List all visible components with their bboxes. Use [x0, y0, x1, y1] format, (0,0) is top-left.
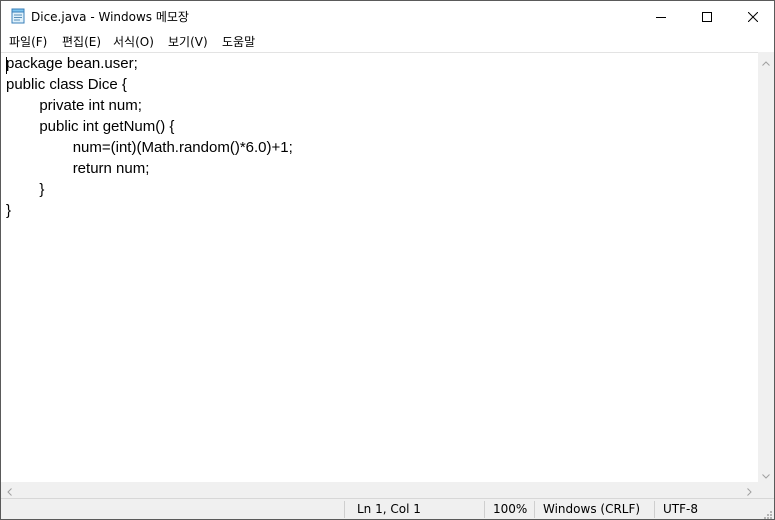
cursor-position: Ln 1, Col 1: [357, 502, 421, 516]
menu-bar: 파일(F) 편집(E) 서식(O) 보기(V) 도움말: [1, 31, 774, 51]
text-editor[interactable]: package bean.user; public class Dice { p…: [1, 52, 758, 483]
scroll-right-arrow-icon: [747, 481, 752, 500]
status-separator: [654, 501, 655, 518]
menu-view[interactable]: 보기(V): [168, 33, 208, 50]
menu-format[interactable]: 서식(O): [113, 33, 154, 50]
close-icon: [747, 7, 759, 26]
status-separator: [484, 501, 485, 518]
title-bar[interactable]: Dice.java - Windows 메모장: [1, 1, 774, 31]
close-button[interactable]: [730, 1, 774, 31]
status-bar: Ln 1, Col 1 100% Windows (CRLF) UTF-8: [1, 498, 774, 519]
maximize-icon: [702, 7, 712, 26]
minimize-button[interactable]: [638, 1, 684, 31]
status-separator: [534, 501, 535, 518]
menu-edit[interactable]: 편집(E): [62, 33, 101, 50]
vertical-scrollbar[interactable]: [758, 52, 774, 482]
scroll-left-arrow-icon: [7, 481, 12, 500]
status-separator: [344, 501, 345, 518]
scroll-down-button[interactable]: [758, 465, 774, 482]
encoding: UTF-8: [663, 502, 698, 516]
resize-grip-icon[interactable]: [762, 508, 772, 519]
scroll-left-button[interactable]: [1, 482, 18, 498]
window-title: Dice.java - Windows 메모장: [31, 10, 189, 24]
notepad-icon: [11, 8, 25, 24]
horizontal-scrollbar[interactable]: [1, 482, 758, 498]
editor-content[interactable]: package bean.user; public class Dice { p…: [6, 53, 293, 221]
minimize-icon: [656, 7, 666, 26]
maximize-button[interactable]: [684, 1, 730, 31]
scroll-up-button[interactable]: [758, 52, 774, 69]
text-caret: [6, 57, 7, 74]
scroll-down-arrow-icon: [762, 464, 770, 483]
scroll-right-button[interactable]: [741, 482, 758, 498]
scroll-up-arrow-icon: [762, 51, 770, 70]
zoom-level: 100%: [493, 502, 528, 516]
menu-file[interactable]: 파일(F): [9, 33, 47, 50]
notepad-window: Dice.java - Windows 메모장 파일(F) 편집(E) 서식(O…: [0, 0, 775, 520]
line-ending: Windows (CRLF): [543, 502, 641, 516]
scrollbar-corner: [758, 482, 774, 498]
menu-help[interactable]: 도움말: [222, 33, 255, 50]
